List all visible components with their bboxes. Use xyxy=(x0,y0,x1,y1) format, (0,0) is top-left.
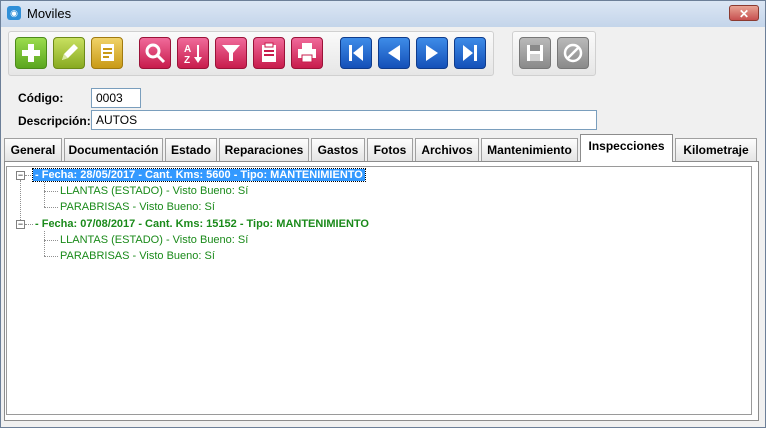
tree-line xyxy=(44,207,58,208)
first-button[interactable] xyxy=(340,37,372,69)
tab-kilometraje[interactable]: Kilometraje xyxy=(675,138,757,161)
tab-general[interactable]: General xyxy=(4,138,62,161)
tree-line xyxy=(44,240,58,241)
printer-icon xyxy=(298,43,316,63)
tree-node-child[interactable]: PARABRISAS - Visto Bueno: Sí xyxy=(60,250,215,262)
tree-node-child[interactable]: PARABRISAS - Visto Bueno: Sí xyxy=(60,201,215,213)
tree-line xyxy=(20,180,21,224)
tab-documentacion[interactable]: Documentación xyxy=(64,138,163,161)
report-button[interactable] xyxy=(253,37,285,69)
svg-text:Z: Z xyxy=(184,55,190,66)
svg-text:A: A xyxy=(184,44,191,55)
copy-button[interactable] xyxy=(91,37,123,69)
title-bar[interactable]: ◉ Moviles ✕ xyxy=(1,1,765,27)
codigo-field[interactable]: 0003 xyxy=(91,88,141,108)
tab-archivos[interactable]: Archivos xyxy=(415,138,479,161)
prev-icon xyxy=(388,45,400,61)
cancel-button[interactable] xyxy=(557,37,589,69)
app-icon: ◉ xyxy=(7,6,21,20)
tab-estado[interactable]: Estado xyxy=(165,138,217,161)
tree-line xyxy=(44,231,45,256)
tab-reparaciones[interactable]: Reparaciones xyxy=(219,138,309,161)
next-button[interactable] xyxy=(416,37,448,69)
cancel-icon xyxy=(563,43,583,63)
first-icon xyxy=(349,45,363,61)
sort-az-icon: AZ xyxy=(184,44,202,66)
edit-button[interactable] xyxy=(53,37,85,69)
magnifier-icon xyxy=(145,43,166,64)
close-button[interactable]: ✕ xyxy=(729,5,759,21)
tree-line xyxy=(25,224,33,225)
tree-line xyxy=(44,182,45,207)
document-icon xyxy=(101,44,114,61)
tab-mantenimiento[interactable]: Mantenimiento xyxy=(481,138,578,161)
tree-line xyxy=(25,175,33,176)
last-button[interactable] xyxy=(454,37,486,69)
print-button[interactable] xyxy=(291,37,323,69)
add-button[interactable] xyxy=(15,37,47,69)
codigo-label: Código: xyxy=(18,91,64,105)
tree-line xyxy=(44,191,58,192)
collapse-icon[interactable]: − xyxy=(16,171,25,180)
tree-node-inspection-2[interactable]: - Fecha: 07/08/2017 - Cant. Kms: 15152 -… xyxy=(35,218,369,230)
save-button[interactable] xyxy=(519,37,551,69)
collapse-icon[interactable]: − xyxy=(16,220,25,229)
tab-inspecciones[interactable]: Inspecciones xyxy=(580,134,673,162)
clipboard-icon xyxy=(262,42,276,62)
tab-gastos[interactable]: Gastos xyxy=(311,138,365,161)
pencil-icon xyxy=(62,44,78,60)
plus-icon xyxy=(22,44,40,62)
tree-node-child[interactable]: LLANTAS (ESTADO) - Visto Bueno: Sí xyxy=(60,234,248,246)
descripcion-field[interactable]: AUTOS xyxy=(91,110,597,130)
window-title: Moviles xyxy=(27,6,72,21)
tree-node-inspection-1[interactable]: - Fecha: 28/05/2017 - Cant. Kms: 5600 - … xyxy=(32,168,366,182)
prev-button[interactable] xyxy=(378,37,410,69)
search-button[interactable] xyxy=(139,37,171,69)
tree-line xyxy=(44,256,58,257)
funnel-icon xyxy=(222,45,240,61)
descripcion-label: Descripción: xyxy=(18,114,91,128)
filter-button[interactable] xyxy=(215,37,247,69)
floppy-icon xyxy=(527,45,543,61)
next-icon xyxy=(426,45,438,61)
sort-button[interactable]: AZ xyxy=(177,37,209,69)
tab-fotos[interactable]: Fotos xyxy=(367,138,413,161)
tree-node-child[interactable]: LLANTAS (ESTADO) - Visto Bueno: Sí xyxy=(60,185,248,197)
last-icon xyxy=(463,45,477,61)
